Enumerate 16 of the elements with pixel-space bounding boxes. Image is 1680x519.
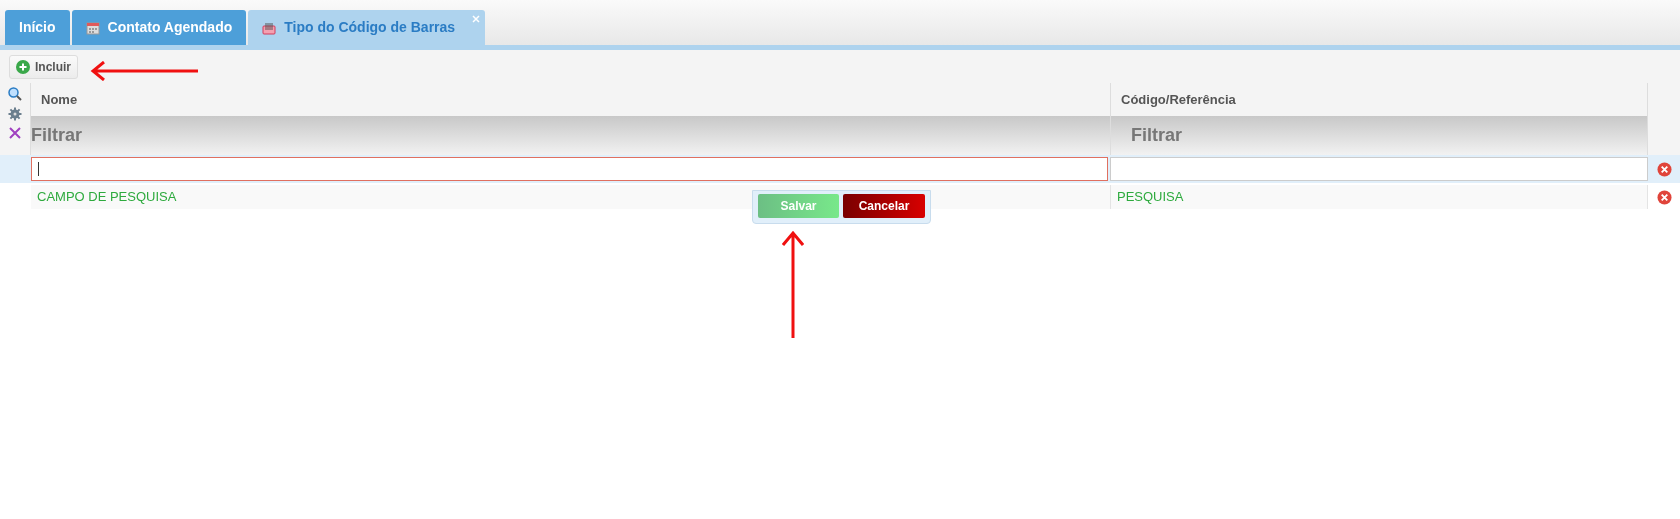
input-field[interactable]: [31, 157, 1108, 181]
table-cell: PESQUISA: [1110, 185, 1648, 209]
column-header[interactable]: Nome: [31, 83, 1110, 116]
cancel-button[interactable]: Cancelar: [843, 194, 925, 218]
gear-icon[interactable]: [8, 107, 22, 121]
calendar-icon: [85, 20, 100, 35]
filter-label: Filtrar: [1110, 116, 1648, 155]
remove-icon[interactable]: [1656, 161, 1672, 177]
close-icon[interactable]: [9, 127, 21, 139]
barcode-icon: [262, 20, 277, 35]
filter-label: Filtrar: [31, 116, 1110, 155]
remove-icon[interactable]: [1656, 189, 1672, 205]
input-field[interactable]: [1110, 157, 1648, 181]
add-button[interactable]: Incluir: [9, 54, 78, 79]
plus-icon: [16, 59, 30, 74]
search-icon[interactable]: [8, 87, 22, 101]
